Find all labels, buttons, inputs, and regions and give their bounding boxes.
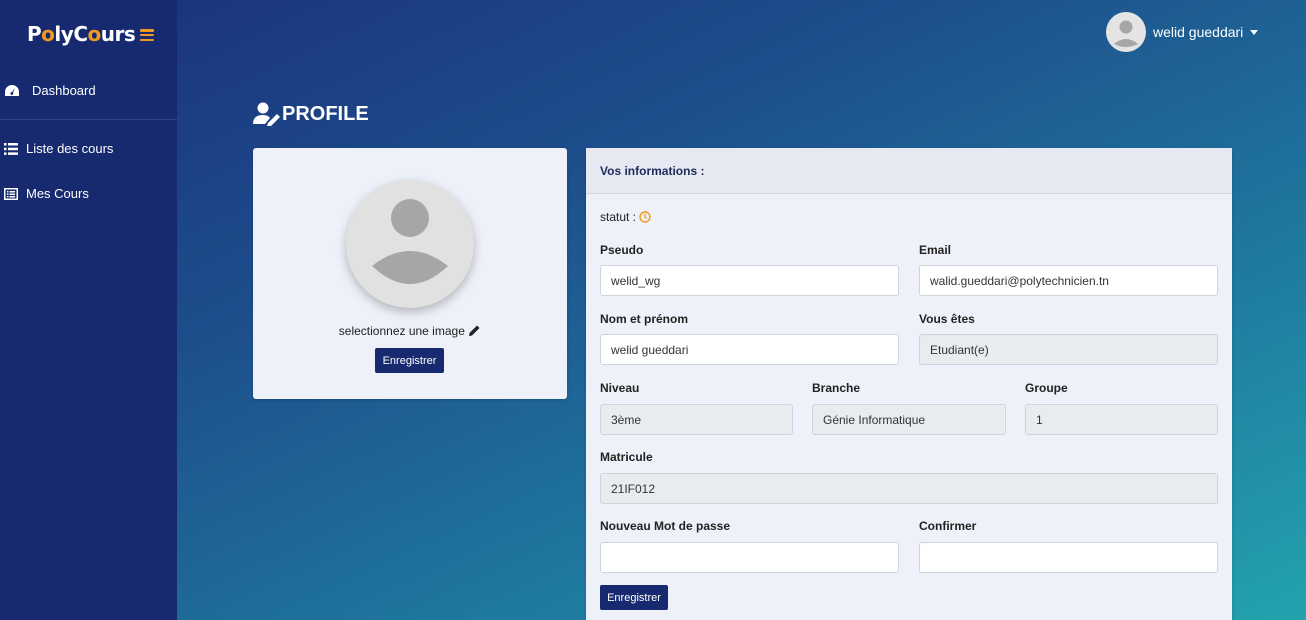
info-card: Vos informations : statut : Pseudo welid… <box>586 148 1232 620</box>
groupe-input: 1 <box>1025 404 1218 435</box>
sidebar-item-liste-des-cours[interactable]: Liste des cours <box>0 141 177 156</box>
branche-label: Branche <box>812 381 861 395</box>
vous-etes-input: Etudiant(e) <box>919 334 1218 365</box>
caret-down-icon <box>1250 29 1259 35</box>
page-title-text: PROFILE <box>282 102 369 125</box>
avatar-card: selectionnez une image Enregistrer <box>253 148 567 399</box>
branche-input: Génie Informatique <box>812 404 1006 435</box>
logo-text: o <box>41 22 55 46</box>
logo-text: o <box>87 22 102 46</box>
user-menu[interactable]: welid gueddari <box>1106 12 1259 52</box>
card-header: Vos informations : <box>586 148 1232 194</box>
pseudo-label: Pseudo <box>600 243 644 257</box>
brand-logo[interactable]: Po ly Co urs <box>27 22 136 46</box>
sidebar-item-dashboard[interactable]: Dashboard <box>0 83 177 98</box>
pencil-icon <box>469 325 480 336</box>
logo-text: C <box>73 22 88 46</box>
niveau-input: 3ème <box>600 404 793 435</box>
new-password-label: Nouveau Mot de passe <box>600 519 731 533</box>
matricule-label: Matricule <box>600 450 653 464</box>
list-alt-icon <box>4 187 18 200</box>
list-icon <box>4 142 18 155</box>
logo-text: ly <box>54 22 74 46</box>
logo-text: urs <box>100 22 136 46</box>
confirm-password-input[interactable] <box>919 542 1218 573</box>
email-input[interactable]: walid.gueddari@polytechnicien.tn <box>919 265 1218 296</box>
pseudo-input[interactable]: welid_wg <box>600 265 899 296</box>
email-label: Email <box>919 243 952 257</box>
clock-icon <box>639 211 651 223</box>
avatar <box>1106 12 1146 52</box>
page-title: PROFILE <box>253 102 369 126</box>
select-image-label: selectionnez une image <box>338 324 465 338</box>
sidebar: Po ly Co urs Dashboard Liste des cours Mes … <box>0 0 177 620</box>
vous-etes-label: Vous êtes <box>919 312 975 326</box>
hamburger-menu-icon[interactable] <box>140 29 154 41</box>
save-info-button[interactable]: Enregistrer <box>600 585 668 610</box>
sidebar-item-mes-cours[interactable]: Mes Cours <box>0 186 177 201</box>
user-edit-icon <box>253 102 280 126</box>
new-password-input[interactable] <box>600 542 899 573</box>
niveau-label: Niveau <box>600 381 640 395</box>
user-name: welid gueddari <box>1153 24 1244 40</box>
matricule-input: 21IF012 <box>600 473 1218 504</box>
select-image-link[interactable]: selectionnez une image <box>253 324 567 338</box>
statut-label: statut : <box>600 210 637 224</box>
sidebar-item-label: Dashboard <box>32 83 96 98</box>
save-image-button[interactable]: Enregistrer <box>375 348 444 373</box>
logo-text: P <box>27 22 42 46</box>
nom-input[interactable]: welid gueddari <box>600 334 899 365</box>
statut: statut : <box>600 210 651 224</box>
user-avatar-icon <box>372 199 448 284</box>
divider <box>0 119 177 120</box>
groupe-label: Groupe <box>1025 381 1068 395</box>
user-avatar-icon <box>1114 20 1138 47</box>
nom-label: Nom et prénom <box>600 312 689 326</box>
tachometer-icon <box>5 84 19 96</box>
sidebar-item-label: Mes Cours <box>26 186 89 201</box>
sidebar-item-label: Liste des cours <box>26 141 114 156</box>
confirm-label: Confirmer <box>919 519 977 533</box>
profile-avatar[interactable] <box>346 180 474 308</box>
